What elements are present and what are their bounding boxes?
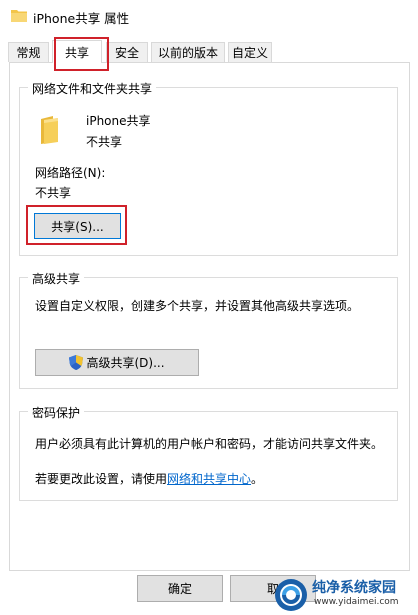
shared-folder-icon [41, 116, 58, 144]
tab-customize[interactable]: 自定义 [228, 42, 272, 62]
tab-previous-versions[interactable]: 以前的版本 [151, 42, 225, 62]
tab-sharing[interactable]: 共享 [52, 40, 102, 63]
network-path-value: 不共享 [35, 186, 72, 200]
change-setting-text: 若要更改此设置，请使用网络和共享中心。 [35, 470, 263, 487]
advanced-sharing-button-label: 高级共享(D)... [86, 356, 165, 370]
watermark-brand: 纯净系统家园 [312, 580, 396, 596]
folder-name: iPhone共享 [86, 114, 151, 128]
watermark-logo-icon [275, 579, 307, 611]
tab-security[interactable]: 安全 [106, 42, 148, 62]
watermark-url: www.yidaimei.com [314, 597, 399, 607]
network-path-label: 网络路径(N): [35, 166, 106, 180]
uac-shield-icon [69, 355, 84, 370]
properties-window: iPhone共享 属性 常规 共享 安全 以前的版本 自定义 网络文件和文件夹共… [0, 0, 418, 615]
title-bar[interactable]: iPhone共享 属性 [0, 0, 418, 32]
advanced-sharing-button[interactable]: 高级共享(D)... [35, 349, 199, 376]
share-button[interactable]: 共享(S)... [34, 213, 121, 239]
password-description: 用户必须具有此计算机的用户帐户和密码，才能访问共享文件夹。 [35, 437, 384, 451]
group-title-password-protection: 密码保护 [28, 404, 85, 421]
change-setting-suffix: 。 [251, 472, 264, 486]
network-sharing-center-link[interactable]: 网络和共享中心 [167, 472, 251, 486]
tab-strip: 常规 共享 安全 以前的版本 自定义 [0, 40, 418, 63]
group-title-network-sharing: 网络文件和文件夹共享 [28, 80, 157, 97]
group-title-advanced-sharing: 高级共享 [28, 270, 85, 287]
tab-general[interactable]: 常规 [8, 42, 49, 62]
share-status: 不共享 [86, 135, 123, 149]
window-title: iPhone共享 属性 [33, 11, 130, 26]
watermark: 纯净系统家园 www.yidaimei.com [270, 574, 418, 615]
advanced-sharing-description: 设置自定义权限，创建多个共享，并设置其他高级共享选项。 [35, 299, 360, 313]
ok-button[interactable]: 确定 [137, 575, 223, 602]
password-protection-group: 密码保护 [19, 404, 398, 501]
change-setting-prefix: 若要更改此设置，请使用 [35, 472, 168, 486]
folder-icon [11, 10, 27, 22]
